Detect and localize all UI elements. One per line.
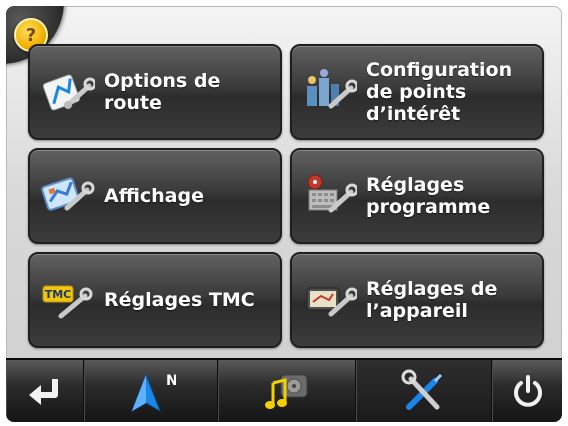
settings-tools-icon (401, 369, 443, 410)
settings-tools-button[interactable] (356, 360, 492, 422)
poi-config-label: Configuration de points d’intérêt (366, 59, 513, 125)
program-settings-icon (300, 167, 358, 225)
poi-config-icon (300, 63, 358, 121)
north-label: N (166, 373, 176, 389)
multimedia-button[interactable] (218, 360, 356, 422)
settings-screen: ? Options de route Configuration de poin… (6, 6, 562, 422)
device-settings-button[interactable]: Réglages de l’appareil (290, 252, 544, 348)
device-settings-label: Réglages de l’appareil (366, 278, 498, 322)
bottom-toolbar: N (6, 358, 562, 422)
display-label: Affichage (104, 185, 204, 207)
tmc-badge-text: TMC (45, 288, 72, 301)
route-options-label: Options de route (104, 70, 221, 114)
power-icon (513, 375, 542, 407)
program-settings-label: Réglages programme (366, 174, 491, 218)
back-icon (29, 379, 58, 405)
back-button[interactable] (6, 360, 84, 422)
route-options-button[interactable]: Options de route (28, 44, 282, 140)
display-button[interactable]: Affichage (28, 148, 282, 244)
poi-config-button[interactable]: Configuration de points d’intérêt (290, 44, 544, 140)
tmc-icon: TMC (38, 271, 96, 329)
tmc-settings-label: Réglages TMC (104, 289, 255, 311)
tmc-settings-button[interactable]: TMC Réglages TMC (28, 252, 282, 348)
power-button[interactable] (492, 360, 562, 422)
music-icon (265, 374, 308, 409)
help-question-icon: ? (25, 24, 37, 46)
device-settings-icon (300, 271, 358, 329)
display-icon (38, 167, 96, 225)
navigation-button[interactable]: N (84, 360, 218, 422)
program-settings-button[interactable]: Réglages programme (290, 148, 544, 244)
navigation-arrow-icon: N (131, 373, 176, 413)
route-options-icon (38, 63, 96, 121)
